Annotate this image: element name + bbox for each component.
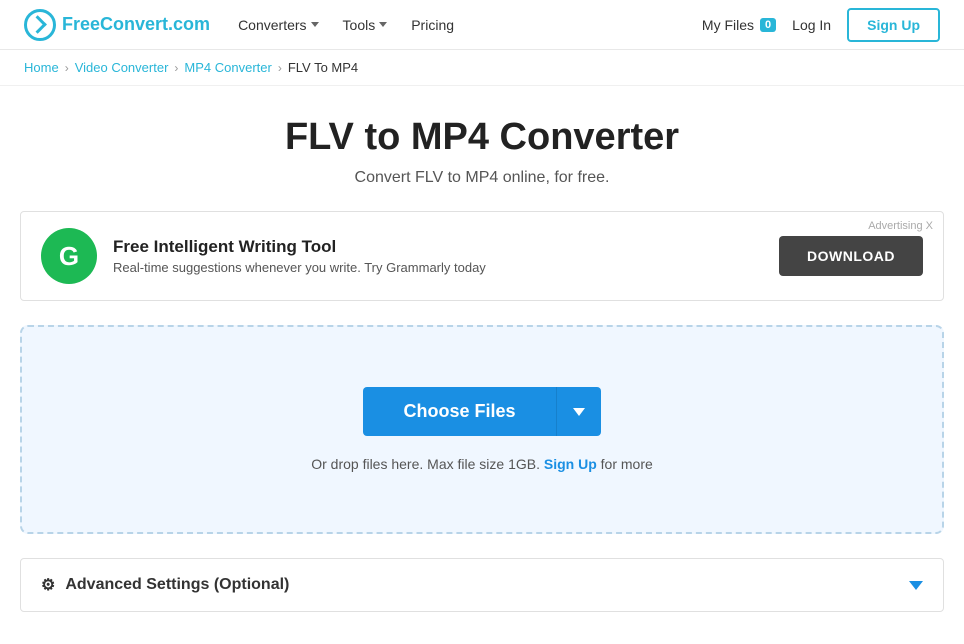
logo[interactable]: FreeConvert.com bbox=[24, 9, 210, 41]
breadcrumb-sep-1: › bbox=[65, 61, 69, 75]
breadcrumb-mp4-converter[interactable]: MP4 Converter bbox=[184, 60, 271, 75]
dropzone: Choose Files Or drop files here. Max fil… bbox=[20, 325, 944, 534]
page-title: FLV to MP4 Converter bbox=[20, 116, 944, 159]
ad-left: G Free Intelligent Writing Tool Real-tim… bbox=[41, 228, 486, 284]
chevron-down-icon bbox=[909, 581, 923, 590]
header: FreeConvert.com Converters Tools Pricing… bbox=[0, 0, 964, 50]
main-content: FLV to MP4 Converter Convert FLV to MP4 … bbox=[0, 86, 964, 642]
ad-icon: G bbox=[41, 228, 97, 284]
choose-files-button[interactable]: Choose Files bbox=[363, 387, 555, 436]
breadcrumb-sep-2: › bbox=[174, 61, 178, 75]
drop-hint: Or drop files here. Max file size 1GB. S… bbox=[311, 456, 653, 472]
nav-pricing[interactable]: Pricing bbox=[411, 17, 454, 33]
breadcrumb-current: FLV To MP4 bbox=[288, 60, 358, 75]
gear-icon: ⚙ bbox=[41, 575, 55, 595]
chevron-down-icon bbox=[311, 22, 319, 27]
advanced-settings-toggle[interactable]: ⚙ Advanced Settings (Optional) bbox=[21, 559, 943, 611]
nav-converters[interactable]: Converters bbox=[238, 17, 318, 33]
chevron-down-icon bbox=[573, 408, 585, 416]
my-files-button[interactable]: My Files 0 bbox=[702, 17, 776, 33]
advanced-settings: ⚙ Advanced Settings (Optional) bbox=[20, 558, 944, 612]
signup-button[interactable]: Sign Up bbox=[847, 8, 940, 42]
main-nav: Converters Tools Pricing bbox=[238, 17, 454, 33]
breadcrumb-sep-3: › bbox=[278, 61, 282, 75]
breadcrumb: Home › Video Converter › MP4 Converter ›… bbox=[0, 50, 964, 86]
choose-files-dropdown[interactable] bbox=[556, 387, 601, 436]
chevron-down-icon bbox=[379, 22, 387, 27]
ad-download-button[interactable]: DOWNLOAD bbox=[779, 236, 923, 276]
nav-tools[interactable]: Tools bbox=[343, 17, 388, 33]
header-left: FreeConvert.com Converters Tools Pricing bbox=[24, 9, 454, 41]
header-right: My Files 0 Log In Sign Up bbox=[702, 8, 940, 42]
signup-link[interactable]: Sign Up bbox=[544, 456, 597, 472]
logo-icon bbox=[24, 9, 56, 41]
ad-banner: Advertising X G Free Intelligent Writing… bbox=[20, 211, 944, 301]
advanced-settings-label: Advanced Settings (Optional) bbox=[65, 576, 289, 594]
page-subtitle: Convert FLV to MP4 online, for free. bbox=[20, 169, 944, 187]
ad-label: Advertising X bbox=[868, 220, 933, 232]
files-count-badge: 0 bbox=[760, 18, 776, 32]
ad-subtitle: Real-time suggestions whenever you write… bbox=[113, 260, 486, 275]
ad-title: Free Intelligent Writing Tool bbox=[113, 237, 486, 257]
login-button[interactable]: Log In bbox=[792, 17, 831, 33]
ad-text: Free Intelligent Writing Tool Real-time … bbox=[113, 237, 486, 275]
breadcrumb-home[interactable]: Home bbox=[24, 60, 59, 75]
breadcrumb-video-converter[interactable]: Video Converter bbox=[75, 60, 169, 75]
choose-files-row: Choose Files bbox=[363, 387, 600, 436]
logo-text: FreeConvert.com bbox=[62, 14, 210, 35]
